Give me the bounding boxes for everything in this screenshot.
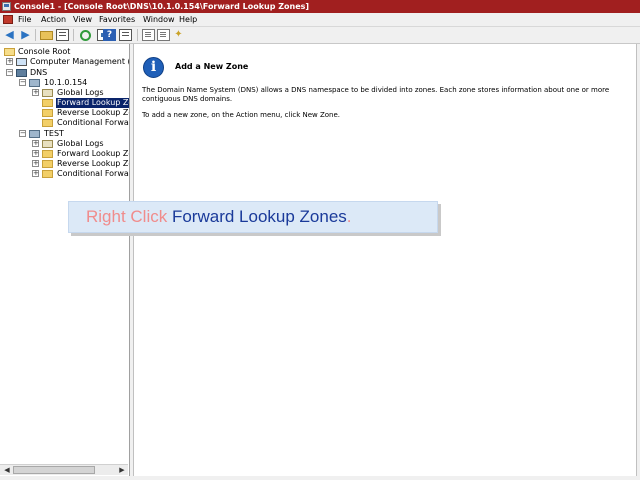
dns-icon — [16, 69, 27, 77]
tree-label: Conditional Forwarde — [57, 169, 129, 178]
expand-icon[interactable]: + — [32, 140, 39, 147]
up-folder-icon[interactable] — [40, 31, 53, 40]
menu-bar: File Action View Favorites Window Help — [0, 13, 640, 27]
expand-icon[interactable]: + — [32, 160, 39, 167]
new-item-icon[interactable] — [142, 29, 155, 41]
menu-help[interactable]: Help — [179, 13, 197, 27]
title-bar: Console1 - [Console Root\DNS\10.1.0.154\… — [0, 0, 640, 13]
event-log-icon — [42, 140, 53, 148]
dns-server-icon — [29, 130, 40, 138]
mmc-system-icon[interactable] — [3, 15, 13, 24]
folder-icon — [4, 48, 15, 56]
window-right-border — [636, 44, 640, 480]
callout-action: Right Click — [86, 207, 172, 226]
folder-icon — [42, 170, 53, 178]
forward-arrow-icon[interactable]: ▶ — [19, 29, 32, 41]
tree-label: Console Root — [18, 47, 71, 56]
toolbar-separator — [35, 29, 36, 41]
tutorial-callout: Right Click Forward Lookup Zones. — [68, 201, 438, 233]
content-instruction: To add a new zone, on the Action menu, c… — [142, 111, 341, 119]
computer-management-icon — [16, 58, 27, 66]
folder-icon — [42, 150, 53, 158]
toolbar-separator — [73, 29, 74, 41]
tree-label: Global Logs — [57, 139, 104, 148]
expand-icon[interactable]: + — [32, 170, 39, 177]
callout-punctuation: . — [346, 207, 352, 226]
scroll-left-icon[interactable]: ◀ — [2, 465, 12, 475]
event-log-icon — [42, 89, 53, 97]
tree-label: Reverse Lookup Zon — [57, 159, 129, 168]
window-title: Console1 - [Console Root\DNS\10.1.0.154\… — [14, 2, 310, 11]
tree-label: DNS — [30, 68, 48, 77]
content-heading: Add a New Zone — [175, 62, 249, 71]
content-description: The Domain Name System (DNS) allows a DN… — [142, 86, 610, 103]
tree-label: 10.1.0.154 — [44, 78, 88, 87]
scroll-thumb[interactable] — [13, 466, 95, 474]
folder-icon — [42, 160, 53, 168]
tree-label-selected: Forward Lookup Zon — [56, 98, 129, 108]
toolbar: ◀ ▶ ? ✦ — [0, 27, 640, 44]
collapse-icon[interactable]: − — [19, 130, 26, 137]
back-arrow-icon[interactable]: ◀ — [3, 29, 16, 41]
expand-icon[interactable]: + — [32, 89, 39, 96]
menu-window[interactable]: Window — [143, 13, 175, 27]
star-icon[interactable]: ✦ — [172, 29, 185, 41]
toolbar-separator — [137, 29, 138, 41]
console-tree[interactable]: Console Root + Computer Management (10. … — [0, 44, 130, 480]
tree-label: Conditional Forwarde — [57, 118, 129, 127]
show-hide-tree-icon[interactable] — [56, 29, 69, 41]
refresh-icon[interactable] — [80, 30, 91, 41]
collapse-icon[interactable]: − — [19, 79, 26, 86]
status-bar — [0, 476, 640, 480]
callout-target: Forward Lookup Zones — [171, 207, 347, 226]
properties-icon[interactable] — [119, 29, 132, 41]
content-pane: i Add a New Zone The Domain Name System … — [134, 44, 636, 480]
document-icon[interactable] — [157, 29, 170, 41]
scroll-right-icon[interactable]: ▶ — [117, 465, 127, 475]
tree-label: Forward Lookup Zon — [57, 149, 129, 158]
expand-icon[interactable]: + — [6, 58, 13, 65]
tree-label: Computer Management (10. — [30, 57, 129, 66]
dns-server-icon — [29, 79, 40, 87]
tree-label: Reverse Lookup Zon — [57, 108, 129, 117]
folder-icon — [42, 99, 53, 107]
info-icon: i — [143, 57, 164, 78]
help-icon[interactable]: ? — [103, 29, 116, 41]
collapse-icon[interactable]: − — [6, 69, 13, 76]
tree-horizontal-scrollbar[interactable]: ◀ ▶ — [0, 464, 128, 475]
expand-icon[interactable]: + — [32, 150, 39, 157]
menu-favorites[interactable]: Favorites — [99, 13, 135, 27]
folder-icon — [42, 109, 53, 117]
menu-action[interactable]: Action — [41, 13, 66, 27]
menu-view[interactable]: View — [73, 13, 92, 27]
menu-file[interactable]: File — [18, 13, 31, 27]
tree-label: TEST — [44, 129, 64, 138]
folder-icon — [42, 119, 53, 127]
console-app-icon[interactable] — [2, 2, 11, 11]
tree-label: Global Logs — [57, 88, 104, 97]
